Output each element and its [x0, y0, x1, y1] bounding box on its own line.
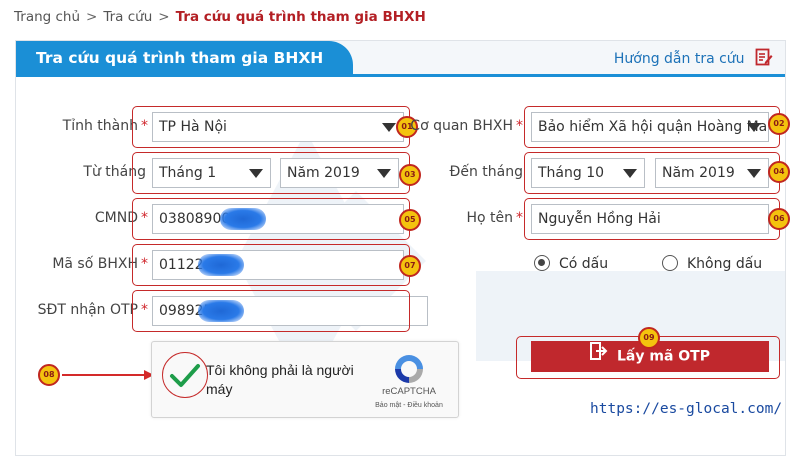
- agency-select[interactable]: Bảo hiểm Xã hội quận Hoàng Mai: [531, 112, 769, 142]
- panel-title: Tra cứu quá trình tham gia BHXH: [16, 41, 353, 77]
- to-month-label: Đến tháng: [449, 164, 524, 180]
- chevron-down-icon[interactable]: [747, 169, 761, 178]
- agency-select-value: Bảo hiểm Xã hội quận Hoàng Mai: [538, 119, 769, 135]
- site-url: https://es-glocal.com/: [590, 401, 783, 417]
- province-label: Tỉnh thành *: [62, 118, 148, 134]
- redaction-blur: [220, 208, 266, 230]
- recaptcha-brand: reCAPTCHA: [382, 386, 436, 397]
- from-month-select[interactable]: Tháng 1: [152, 158, 271, 188]
- to-year-select[interactable]: Năm 2019: [655, 158, 769, 188]
- breadcrumb-current: Tra cứu quá trình tham gia BHXH: [175, 9, 426, 25]
- from-year-value: Năm 2019: [287, 165, 360, 181]
- chevron-down-icon[interactable]: [377, 169, 391, 178]
- recaptcha-checkbox[interactable]: [162, 352, 208, 398]
- accent-on-label: Có dấu: [559, 256, 609, 272]
- breadcrumb-home-link[interactable]: Trang chủ: [14, 9, 80, 25]
- province-select-value: TP Hà Nội: [159, 119, 227, 135]
- breadcrumb-separator: >: [158, 9, 170, 25]
- accent-radio-on[interactable]: Có dấu: [534, 255, 608, 272]
- step-badge-02: 02: [768, 113, 790, 135]
- accent-radio-off[interactable]: Không dấu: [662, 255, 762, 272]
- step-badge-08: 08: [38, 364, 60, 386]
- breadcrumb-lookup-link[interactable]: Tra cứu: [103, 9, 152, 25]
- phone-otp-label: SĐT nhận OTP *: [37, 302, 148, 318]
- help-link-label[interactable]: Hướng dẫn tra cứu: [614, 51, 745, 67]
- chevron-down-icon[interactable]: [382, 123, 396, 132]
- panel-header: Tra cứu quá trình tham gia BHXH Hướng dẫ…: [16, 41, 785, 77]
- required-mark: *: [141, 118, 148, 134]
- province-select[interactable]: TP Hà Nội: [152, 112, 404, 142]
- id-card-label: CMND *: [94, 210, 148, 226]
- redaction-blur: [198, 300, 244, 322]
- phone-otp-input[interactable]: 098925: [152, 296, 428, 326]
- edit-document-icon[interactable]: [755, 48, 773, 70]
- from-month-label: Từ tháng: [83, 164, 146, 180]
- required-mark: *: [141, 210, 148, 226]
- recaptcha-logo-icon: [395, 355, 423, 383]
- required-mark: *: [516, 118, 523, 134]
- help-link[interactable]: Hướng dẫn tra cứu: [614, 48, 773, 70]
- recaptcha-links[interactable]: Bảo mật - Điều khoản: [359, 402, 459, 409]
- required-mark: *: [141, 302, 148, 318]
- step-badge-06: 06: [768, 208, 790, 230]
- chevron-down-icon[interactable]: [249, 169, 263, 178]
- accent-off-label: Không dấu: [687, 256, 763, 272]
- redaction-blur: [198, 254, 244, 276]
- recaptcha-widget: Tôi không phải là người máy reCAPTCHA Bả…: [151, 341, 459, 418]
- checkmark-icon[interactable]: [163, 353, 207, 397]
- to-month-value: Tháng 10: [538, 165, 605, 181]
- step-badge-04: 04: [768, 161, 790, 183]
- insurance-number-input[interactable]: 01122: [152, 250, 404, 280]
- full-name-label: Họ tên *: [466, 210, 523, 226]
- full-name-input-value: Nguyễn Hồng Hải: [538, 211, 661, 227]
- step-badge-09: 09: [638, 327, 660, 349]
- get-otp-label: Lấy mã OTP: [617, 348, 710, 365]
- breadcrumb: Trang chủ > Tra cứu > Tra cứu quá trình tham…: [14, 9, 426, 25]
- radio-selected-icon[interactable]: [534, 255, 550, 271]
- recaptcha-text: Tôi không phải là người máy: [206, 362, 354, 397]
- insurance-number-input-value: 01122: [159, 257, 204, 273]
- agency-label: Cơ quan BHXH *: [410, 118, 523, 134]
- chevron-down-icon[interactable]: [623, 169, 637, 178]
- to-month-select[interactable]: Tháng 10: [531, 158, 645, 188]
- exit-door-icon: [590, 341, 608, 372]
- radio-unselected-icon[interactable]: [662, 255, 678, 271]
- to-year-value: Năm 2019: [662, 165, 735, 181]
- insurance-number-label: Mã số BHXH *: [52, 256, 148, 272]
- chevron-down-icon[interactable]: [747, 123, 761, 132]
- required-mark: *: [516, 210, 523, 226]
- from-month-value: Tháng 1: [159, 165, 217, 181]
- step-badge-07: 07: [399, 255, 421, 277]
- breadcrumb-separator: >: [86, 9, 98, 25]
- id-card-input[interactable]: 03808900: [152, 204, 404, 234]
- required-mark: *: [141, 256, 148, 272]
- recaptcha-branding: reCAPTCHA Bảo mật - Điều khoản: [359, 342, 459, 419]
- full-name-input[interactable]: Nguyễn Hồng Hải: [531, 204, 769, 234]
- from-year-select[interactable]: Năm 2019: [280, 158, 399, 188]
- annotation-arrow: [62, 374, 148, 376]
